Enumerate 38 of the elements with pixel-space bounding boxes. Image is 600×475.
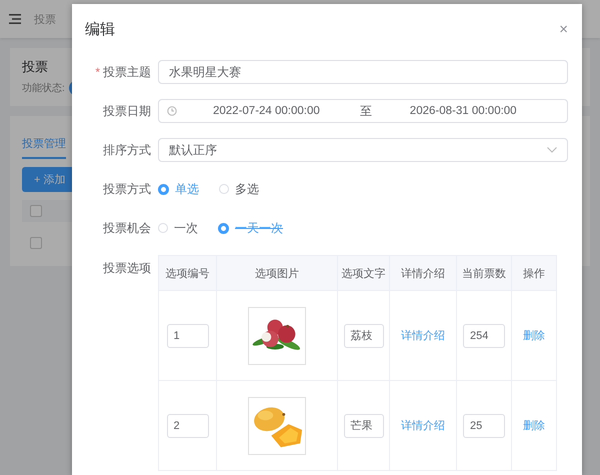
- sort-select[interactable]: 默认正序: [158, 138, 568, 162]
- text-field[interactable]: 水果明星大赛: [158, 60, 568, 84]
- clock-icon: [167, 106, 177, 116]
- field-label: 排序方式: [103, 142, 151, 158]
- column-header: 选项文字: [337, 256, 389, 290]
- required-mark: *: [95, 65, 100, 79]
- breadcrumb-text: 投票: [34, 12, 56, 26]
- column-header: 操作: [511, 256, 556, 290]
- start-date: 2022-07-24 00:00:00: [213, 105, 320, 117]
- radio-option[interactable]: 一次: [158, 220, 198, 236]
- date-range-field[interactable]: 2022-07-24 00:00:00 至 2026-08-31 00:00:00: [158, 99, 568, 123]
- radio-option[interactable]: 多选: [219, 180, 259, 198]
- field-label: 投票主题: [103, 64, 151, 80]
- select-value: 默认正序: [169, 142, 217, 158]
- field-label: 投票方式: [103, 180, 151, 198]
- column-header: 选项图片: [216, 256, 337, 290]
- close-button[interactable]: ×: [559, 20, 568, 38]
- field-label: 投票日期: [103, 102, 151, 120]
- votes-field[interactable]: 254: [463, 324, 505, 348]
- column-header: 详情介绍: [389, 256, 456, 290]
- option-text-field[interactable]: 芒果: [344, 414, 384, 438]
- range-separator: 至: [360, 102, 372, 120]
- end-date: 2026-08-31 00:00:00: [410, 105, 517, 117]
- chevron-down-icon: [547, 147, 557, 153]
- number-field[interactable]: 2: [166, 414, 208, 438]
- option-text-field[interactable]: 荔枝: [344, 324, 384, 348]
- status-label: 功能状态:: [22, 82, 65, 95]
- field-label: 投票机会: [103, 220, 151, 236]
- card-title: 投票: [22, 58, 48, 76]
- number-field[interactable]: 1: [166, 324, 208, 348]
- votes-field[interactable]: 25: [463, 414, 505, 438]
- field-label: 投票选项: [103, 260, 151, 277]
- checkbox[interactable]: [30, 237, 42, 249]
- column-header: 选项编号: [164, 266, 210, 282]
- column-header: 当前票数: [456, 256, 511, 290]
- menu-icon[interactable]: [9, 14, 21, 24]
- dialog-title: 编辑: [85, 20, 115, 38]
- checkbox[interactable]: [30, 205, 42, 217]
